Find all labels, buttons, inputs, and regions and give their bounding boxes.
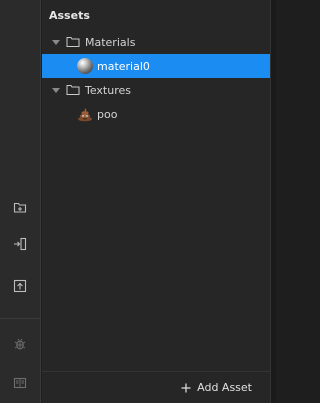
upload-icon bbox=[13, 279, 27, 293]
panel-resize-edge[interactable] bbox=[270, 0, 276, 403]
caret-down-icon[interactable] bbox=[51, 37, 61, 47]
docs-button[interactable] bbox=[10, 373, 30, 393]
book-icon bbox=[13, 377, 27, 389]
import-button[interactable] bbox=[10, 234, 30, 254]
caret-down-icon[interactable] bbox=[51, 85, 61, 95]
tree-folder-materials[interactable]: Materials bbox=[42, 30, 270, 54]
tree-item-label: poo bbox=[97, 107, 118, 121]
folder-icon bbox=[66, 37, 80, 47]
upload-button[interactable] bbox=[10, 276, 30, 296]
folder-plus-icon bbox=[13, 202, 27, 213]
add-asset-button[interactable]: Add Asset bbox=[181, 381, 252, 394]
new-folder-button[interactable] bbox=[10, 197, 30, 217]
panel-footer: Add Asset bbox=[42, 371, 270, 403]
tree-item-material0[interactable]: material0 bbox=[42, 54, 270, 78]
tree-folder-label: Textures bbox=[85, 83, 131, 97]
tree-item-label: material0 bbox=[97, 59, 150, 73]
asset-tree: Materials material0 Textures poo bbox=[42, 30, 270, 126]
debug-button[interactable] bbox=[10, 334, 30, 354]
panel-title: Assets bbox=[49, 9, 90, 22]
plus-icon bbox=[181, 383, 191, 392]
material-sphere-icon bbox=[77, 58, 93, 74]
bug-icon bbox=[14, 338, 26, 350]
assets-panel: Assets Materials material0 Textures poo … bbox=[42, 0, 270, 403]
tree-item-poo[interactable]: poo bbox=[42, 102, 270, 126]
add-asset-label: Add Asset bbox=[197, 381, 252, 394]
tree-folder-textures[interactable]: Textures bbox=[42, 78, 270, 102]
import-icon bbox=[14, 237, 27, 251]
folder-icon bbox=[66, 85, 80, 95]
toolbar-divider bbox=[0, 318, 41, 319]
poo-emoji-icon bbox=[78, 108, 92, 122]
left-toolbar bbox=[0, 0, 41, 403]
tree-folder-label: Materials bbox=[85, 35, 136, 49]
